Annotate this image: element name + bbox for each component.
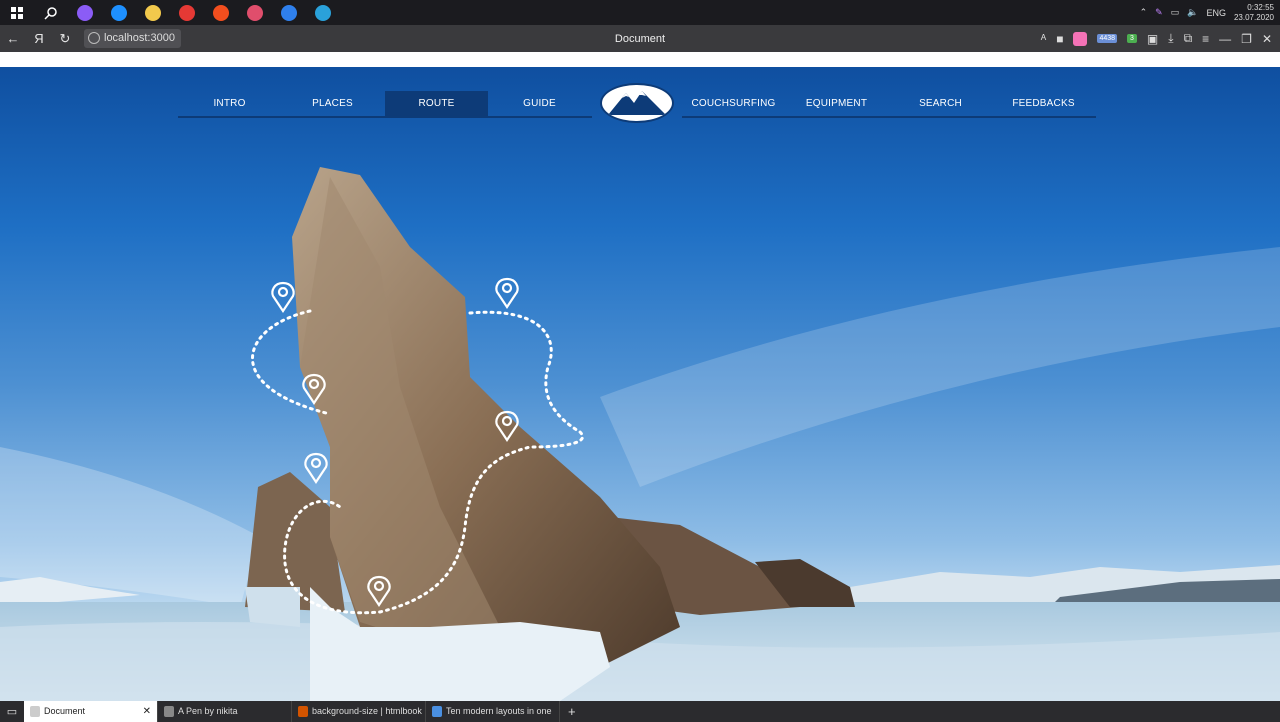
tab-label: Document [44, 706, 86, 716]
chevron-up-icon[interactable]: ⌃ [1140, 7, 1148, 18]
taskbar-apps [68, 0, 340, 25]
tab-label: Ten modern layouts in one [446, 706, 552, 716]
translate-icon[interactable]: ᴬ [1041, 32, 1046, 46]
edge-icon[interactable] [102, 0, 136, 25]
figma-glyph [213, 4, 229, 21]
back-button[interactable]: ← [0, 25, 26, 52]
vscode-glyph [281, 4, 297, 21]
tab-favicon-icon [30, 706, 40, 717]
nav-item-search[interactable]: SEARCH [889, 91, 992, 116]
globe-icon [88, 32, 100, 44]
nav-item-intro[interactable]: INTRO [178, 91, 281, 116]
yandex-icon[interactable] [170, 0, 204, 25]
network-icon[interactable]: ▭ [1171, 7, 1180, 18]
app-icon[interactable] [238, 0, 272, 25]
vscode-icon[interactable] [272, 0, 306, 25]
extension-icon[interactable] [1073, 31, 1088, 46]
browser-tab[interactable]: A Pen by nikita [158, 701, 292, 722]
sidebar-toggle-icon[interactable]: ▭ [0, 701, 24, 722]
nav-item-places[interactable]: PLACES [281, 91, 384, 116]
url-text: localhost:3000 [104, 32, 175, 44]
collections-icon[interactable]: ⧉ [1184, 31, 1193, 46]
start-icon[interactable] [0, 0, 34, 25]
nav-item-couchsurfing[interactable]: COUCHSURFING [682, 91, 785, 116]
mountain-logo[interactable] [600, 83, 674, 123]
browser-tab[interactable]: background-size | htmlbook [292, 701, 426, 722]
search-icon[interactable] [34, 0, 68, 25]
figma-icon[interactable] [204, 0, 238, 25]
language-indicator[interactable]: ENG [1206, 8, 1226, 18]
tab-label: A Pen by nikita [178, 706, 238, 716]
system-tray: ⌃ ✎ ▭ 🔈 ENG 0:32:55 23.07.2020 [1140, 0, 1274, 25]
tab-favicon-icon [432, 706, 442, 717]
nav-underline-right [682, 116, 1096, 118]
nav-item-guide[interactable]: GUIDE [488, 91, 591, 116]
browser-tab[interactable]: Ten modern layouts in one [426, 701, 560, 722]
extension-badge[interactable]: 4438 [1097, 34, 1118, 43]
nav-item-feedbacks[interactable]: FEEDBACKS [992, 91, 1095, 116]
nav-underline-left [178, 116, 592, 118]
landscape-illustration [0, 167, 1280, 701]
minimize-icon[interactable]: — [1219, 32, 1231, 46]
route-pin-icon[interactable] [304, 452, 328, 484]
pen-icon[interactable]: ✎ [1155, 7, 1163, 18]
clock-date: 23.07.2020 [1233, 12, 1274, 22]
alice-icon[interactable] [68, 0, 102, 25]
telegram-icon[interactable] [306, 0, 340, 25]
restore-icon[interactable]: ❐ [1241, 32, 1252, 46]
bookmark-icon[interactable]: ■ [1056, 32, 1063, 46]
yandex-glyph [179, 4, 195, 21]
volume-icon[interactable]: 🔈 [1187, 7, 1198, 18]
nav-item-equipment[interactable]: EQUIPMENT [785, 91, 888, 116]
explorer-icon[interactable] [136, 0, 170, 25]
browser-toolbar: ← Я ↻ localhost:3000 Document ᴬ ■ 4438 3… [0, 25, 1280, 52]
address-bar[interactable]: localhost:3000 [84, 29, 181, 48]
telegram-glyph [315, 4, 331, 21]
alice-glyph [77, 4, 93, 21]
download-icon[interactable]: ⤓ [1168, 31, 1173, 46]
tab-favicon-icon [164, 706, 174, 717]
tab-label: background-size | htmlbook [312, 706, 422, 716]
extension-badge[interactable]: 3 [1127, 34, 1137, 43]
reload-button[interactable]: ↻ [52, 25, 78, 52]
new-tab-button[interactable]: + [560, 704, 584, 719]
tab-list: Document ✕ A Pen by nikita background-size … [24, 701, 560, 722]
close-icon[interactable]: ✕ [1262, 32, 1272, 46]
tab-close-icon[interactable]: ✕ [143, 701, 151, 722]
tab-favicon-icon [298, 706, 308, 717]
tab-bar: ▭ Document ✕ A Pen by nikita background-siz… [0, 701, 1280, 722]
route-pin-icon[interactable] [495, 277, 519, 309]
explorer-glyph [145, 4, 161, 21]
route-pin-icon[interactable] [271, 281, 295, 313]
page-top-strip [0, 52, 1280, 67]
menu-icon[interactable]: ≡ [1202, 32, 1209, 46]
chat-icon[interactable]: ▣ [1147, 32, 1158, 46]
hero-section: INTRO PLACES ROUTE GUIDE COUCHSURFING EQ… [0, 67, 1280, 701]
browser-tab[interactable]: Document ✕ [24, 701, 158, 722]
browser-actions: ᴬ ■ 4438 3 ▣ ⤓ ⧉ ≡ — ❐ ✕ [1041, 25, 1272, 52]
yandex-button[interactable]: Я [26, 25, 52, 52]
edge-glyph [111, 4, 127, 21]
windows-taskbar: ⌃ ✎ ▭ 🔈 ENG 0:32:55 23.07.2020 [0, 0, 1280, 25]
main-navigation: INTRO PLACES ROUTE GUIDE COUCHSURFING EQ… [178, 83, 1096, 123]
app-glyph [247, 4, 263, 21]
nav-item-route[interactable]: ROUTE [385, 91, 488, 116]
clock-time: 0:32:55 [1247, 2, 1274, 12]
clock[interactable]: 0:32:55 23.07.2020 [1234, 3, 1274, 23]
